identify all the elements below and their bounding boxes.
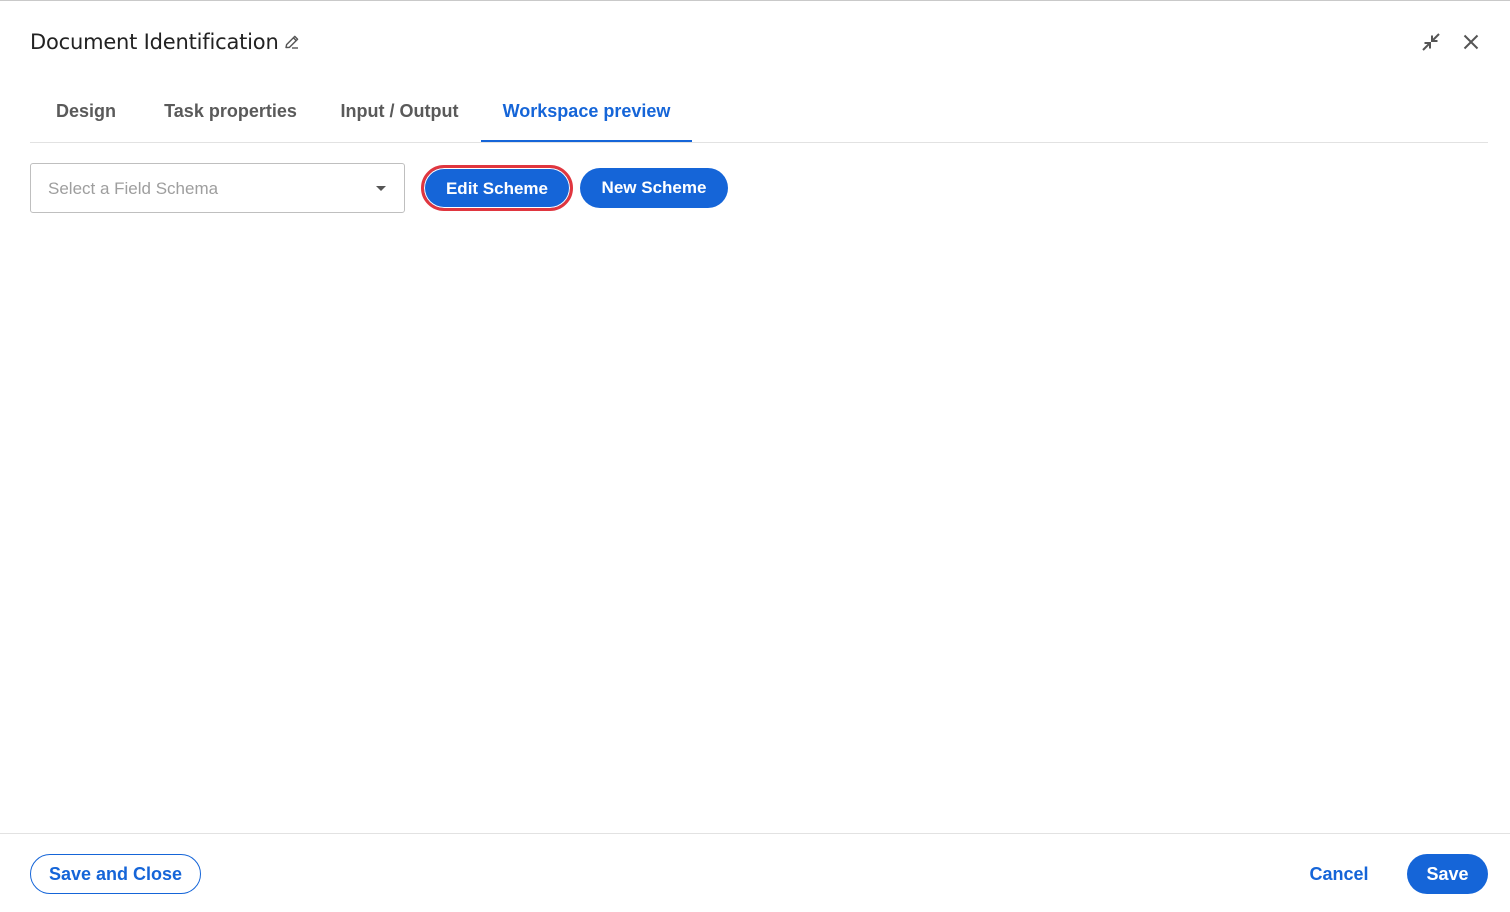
chevron-down-icon (376, 186, 386, 191)
save-button[interactable]: Save (1407, 854, 1488, 894)
field-schema-select[interactable]: Select a Field Schema (30, 163, 405, 213)
tab-design[interactable]: Design (36, 81, 136, 142)
pencil-icon[interactable] (283, 33, 301, 51)
tab-bar: Design Task properties Input / Output Wo… (30, 81, 1488, 143)
field-schema-placeholder: Select a Field Schema (48, 179, 219, 198)
dialog-footer: Save and Close Cancel Save (0, 833, 1510, 912)
task-editor-dialog: Document Identification Design Task prop… (0, 0, 1510, 912)
cancel-button[interactable]: Cancel (1300, 854, 1378, 894)
close-icon[interactable] (1460, 31, 1482, 53)
new-scheme-button[interactable]: New Scheme (580, 168, 728, 208)
tab-task-properties[interactable]: Task properties (154, 81, 307, 142)
collapse-icon[interactable] (1420, 31, 1442, 53)
dialog-title: Document Identification (30, 30, 279, 54)
tab-workspace-preview[interactable]: Workspace preview (481, 81, 692, 142)
save-and-close-button[interactable]: Save and Close (30, 854, 201, 894)
dialog-header: Document Identification (30, 29, 1480, 59)
edit-scheme-button[interactable]: Edit Scheme (421, 165, 573, 211)
tab-input-output[interactable]: Input / Output (328, 81, 471, 142)
